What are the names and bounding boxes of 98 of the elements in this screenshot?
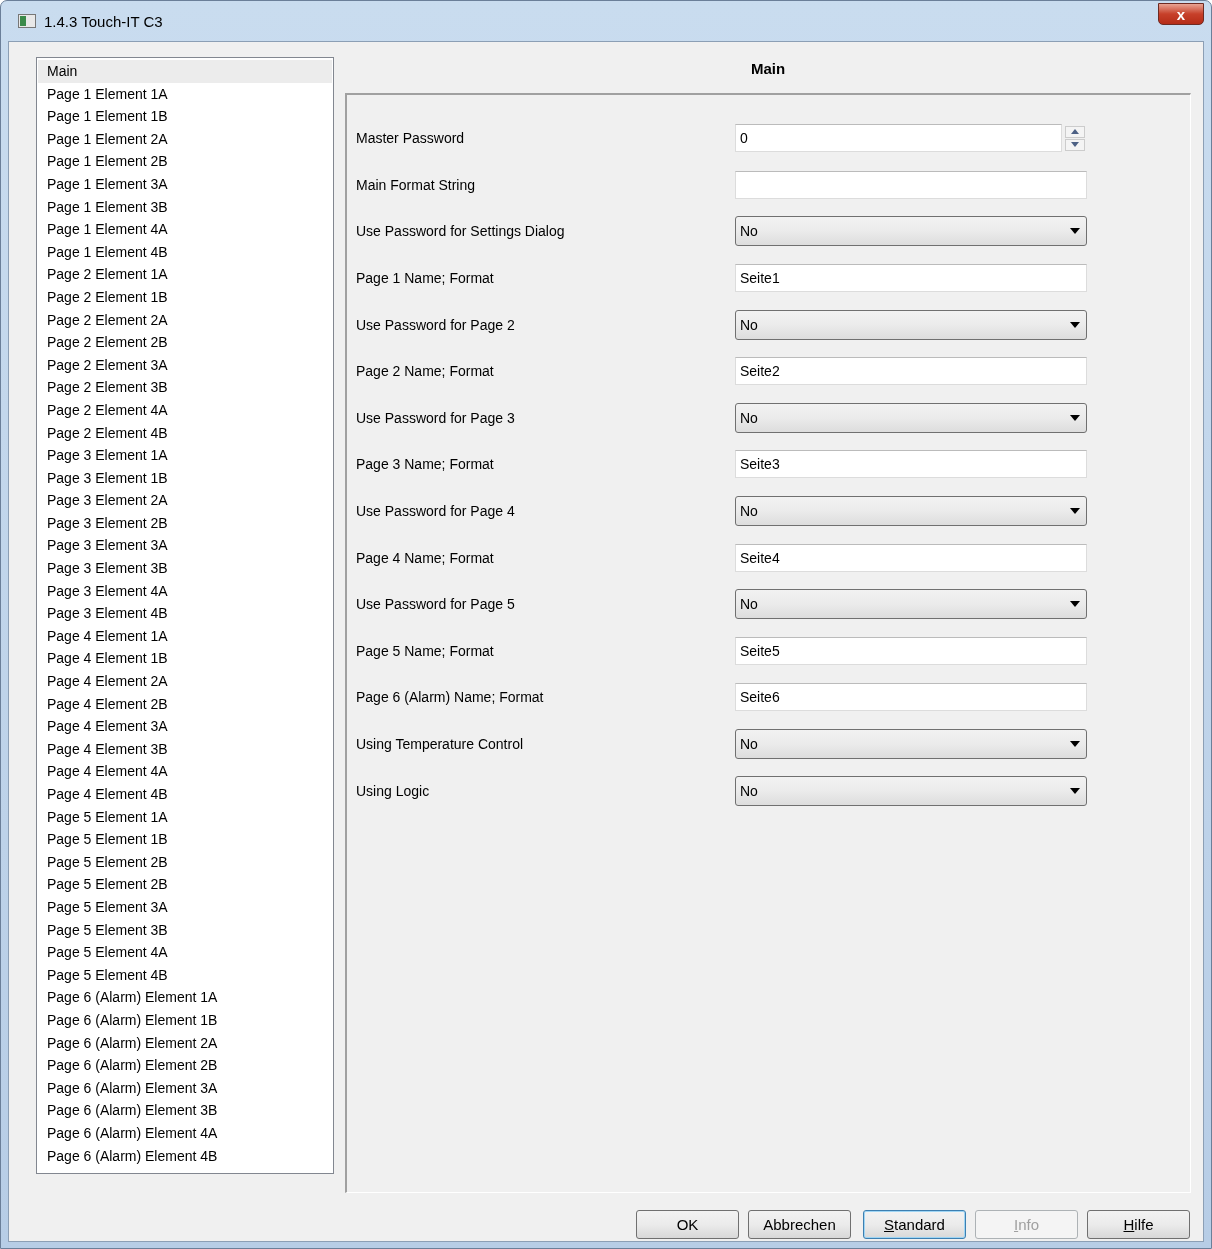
page-list-item[interactable]: Page 5 Element 2B <box>38 850 332 874</box>
field-label: Master Password <box>356 130 466 147</box>
down-triangle-icon <box>1071 142 1079 148</box>
field-label: Use Password for Page 4 <box>356 503 516 520</box>
page-list-item[interactable]: Page 4 Element 1B <box>38 647 332 671</box>
page-list-item[interactable]: Page 4 Element 3A <box>38 715 332 738</box>
page-list-item[interactable]: Page 1 Element 3B <box>38 195 332 219</box>
page-list-item[interactable]: Page 3 Element 3A <box>38 534 332 558</box>
page-list-item[interactable]: Page 3 Element 1A <box>38 444 332 467</box>
panel-title: Main <box>749 59 787 79</box>
page-list-item[interactable]: Page 3 Element 4B <box>38 602 332 625</box>
page-list-item[interactable]: Page 6 (Alarm) Element 2A <box>38 1031 332 1055</box>
dialog-button[interactable]: Abbrechen <box>748 1210 851 1239</box>
page-list-item[interactable]: Page 5 Element 1B <box>38 828 332 851</box>
dropdown[interactable]: No <box>735 589 1087 620</box>
field-label: Page 2 Name; Format <box>356 363 495 380</box>
page-list-item[interactable]: Main <box>38 60 332 83</box>
page-list-item[interactable]: Page 6 (Alarm) Element 3B <box>38 1099 332 1122</box>
page-list-item[interactable]: Page 1 Element 1A <box>38 82 332 106</box>
page-list-item[interactable]: Page 3 Element 2B <box>38 511 332 535</box>
page-list-item[interactable]: Page 6 (Alarm) Element 1B <box>38 1008 332 1032</box>
page-list-item[interactable]: Page 3 Element 1B <box>38 466 332 490</box>
field-label: Page 5 Name; Format <box>356 642 495 659</box>
page-list-item[interactable]: Page 4 Element 2A <box>38 670 332 693</box>
field-label: Page 4 Name; Format <box>356 549 495 566</box>
page-list-item[interactable]: Page 4 Element 2B <box>38 692 332 716</box>
up-triangle-icon <box>1071 129 1079 135</box>
dropdown-arrow-icon <box>1070 508 1080 515</box>
field-label: Page 3 Name; Format <box>356 456 495 473</box>
window-title: 1.4.3 Touch-IT C3 <box>44 12 163 30</box>
dialog-button[interactable]: Hilfe <box>1087 1210 1190 1239</box>
close-button[interactable]: x <box>1158 3 1204 25</box>
spin-down-button[interactable] <box>1065 138 1085 151</box>
field-label: Using Temperature Control <box>356 736 525 752</box>
dropdown-arrow-icon <box>1070 228 1080 235</box>
dropdown[interactable]: No <box>735 402 1087 433</box>
field-label: Main Format String <box>356 176 477 193</box>
page-list-item[interactable]: Page 4 Element 4B <box>38 783 332 806</box>
dropdown-arrow-icon <box>1070 321 1080 328</box>
spin-up-button[interactable] <box>1065 125 1085 138</box>
page-list-item[interactable]: Page 1 Element 4A <box>38 218 332 241</box>
page-list-item[interactable]: Page 2 Element 1B <box>38 285 332 309</box>
dropdown[interactable]: No <box>735 216 1087 247</box>
field-label: Use Password for Page 5 <box>356 596 516 613</box>
text-field[interactable]: Seite1 <box>735 264 1087 293</box>
page-list-item[interactable]: Page 6 (Alarm) Element 2B <box>38 1054 332 1077</box>
field-label: Use Password for Page 3 <box>356 409 516 426</box>
page-list-item[interactable]: Page 2 Element 2A <box>38 308 332 332</box>
page-list-item[interactable]: Page 2 Element 1A <box>38 263 332 286</box>
dropdown[interactable]: No <box>735 775 1087 806</box>
dropdown-arrow-icon <box>1070 601 1080 608</box>
text-field[interactable]: Seite6 <box>735 683 1087 712</box>
field-label: Using Logic <box>356 782 431 799</box>
page-list-item[interactable]: Page 2 Element 3B <box>38 376 332 399</box>
page-list-item[interactable]: Page 6 (Alarm) Element 4A <box>38 1121 332 1145</box>
field-label: Use Password for Page 2 <box>356 316 516 333</box>
text-field[interactable]: Seite3 <box>735 450 1087 479</box>
page-list-item[interactable]: Page 3 Element 2A <box>38 489 332 512</box>
page-list-item[interactable]: Page 1 Element 2B <box>38 150 332 173</box>
field-label: Use Password for Settings Dialog <box>356 223 566 240</box>
page-list-item[interactable]: Page 3 Element 4A <box>38 579 332 603</box>
window-app-icon <box>18 14 36 28</box>
page-list-item[interactable]: Page 5 Element 4A <box>38 941 332 964</box>
page-list-item[interactable]: Page 1 Element 1B <box>38 105 332 128</box>
page-list-item[interactable]: Page 4 Element 4A <box>38 760 332 783</box>
password-field[interactable]: 0 <box>735 124 1062 153</box>
page-list-item[interactable]: Page 2 Element 4B <box>38 421 332 445</box>
dropdown[interactable]: No <box>735 309 1087 340</box>
page-list-item[interactable]: Page 6 (Alarm) Element 4B <box>38 1144 332 1168</box>
page-list-item[interactable]: Page 3 Element 3B <box>38 557 332 580</box>
page-list-item[interactable]: Page 2 Element 2B <box>38 331 332 354</box>
page-list-item[interactable]: Page 1 Element 3A <box>38 172 332 196</box>
page-list-item[interactable]: Page 2 Element 3A <box>38 353 332 377</box>
page-list-item[interactable]: Page 1 Element 2A <box>38 127 332 151</box>
dialog-button[interactable]: Standard <box>863 1210 966 1239</box>
page-list-item[interactable]: Page 5 Element 4B <box>38 963 332 987</box>
dropdown[interactable]: No <box>735 729 1087 759</box>
page-list-item[interactable]: Page 5 Element 3B <box>38 918 332 942</box>
field-label: Page 6 (Alarm) Name; Format <box>356 689 545 706</box>
page-list-item[interactable]: Page 5 Element 1A <box>38 805 332 829</box>
page-list-item[interactable]: Page 4 Element 1A <box>38 624 332 648</box>
dialog-button[interactable]: OK <box>636 1210 739 1239</box>
text-field[interactable] <box>735 170 1087 199</box>
page-list-item[interactable]: Page 4 Element 3B <box>38 737 332 761</box>
field-label: Page 1 Name; Format <box>356 270 495 287</box>
page-list-item[interactable]: Page 2 Element 4A <box>38 398 332 422</box>
dropdown-arrow-icon <box>1070 414 1080 421</box>
dropdown-arrow-icon <box>1070 741 1080 747</box>
page-list-item[interactable]: Page 5 Element 2B <box>38 873 332 896</box>
text-field[interactable]: Seite4 <box>735 543 1087 572</box>
page-list-item[interactable]: Page 5 Element 3A <box>38 895 332 919</box>
dropdown[interactable]: No <box>735 496 1087 527</box>
dropdown-arrow-icon <box>1070 787 1080 794</box>
page-list-item[interactable]: Page 6 (Alarm) Element 3A <box>38 1076 332 1100</box>
page-list-item[interactable]: Page 6 (Alarm) Element 1A <box>38 986 332 1009</box>
text-field[interactable]: Seite2 <box>735 357 1087 386</box>
text-field[interactable]: Seite5 <box>735 636 1087 665</box>
page-list-item[interactable]: Page 1 Element 4B <box>38 240 332 264</box>
